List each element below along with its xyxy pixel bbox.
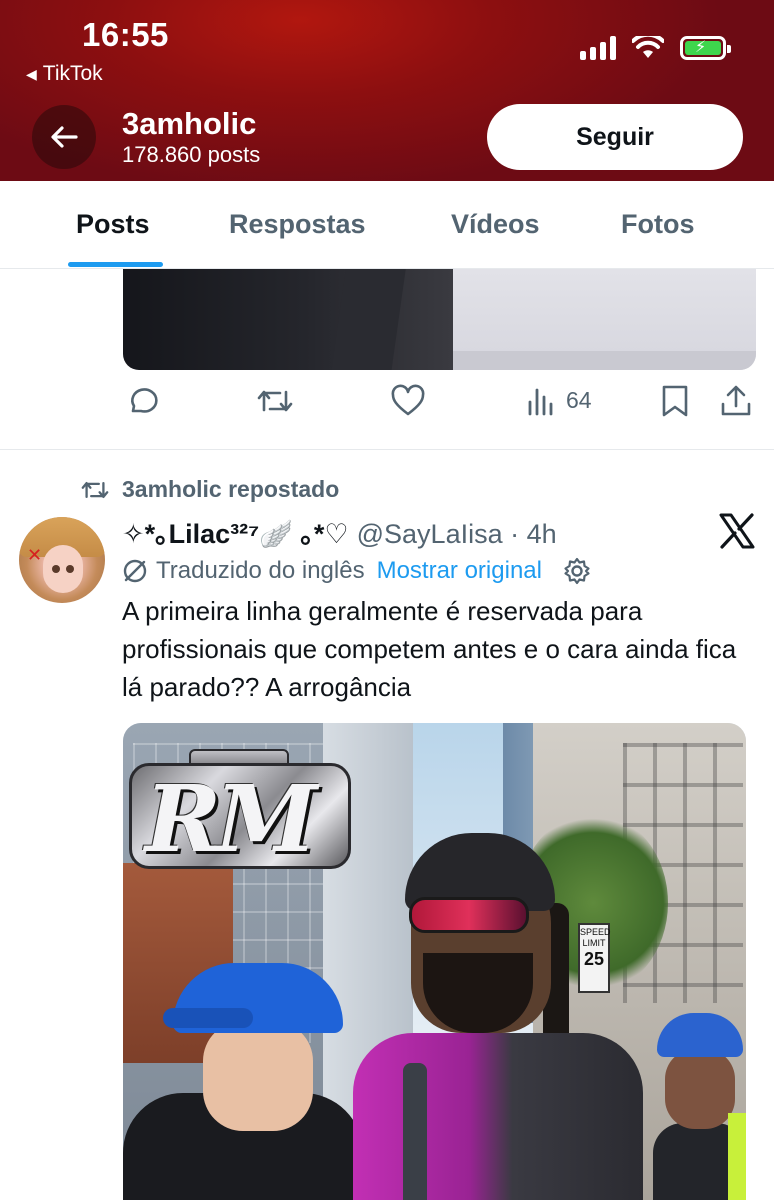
bookmark-icon [662,385,688,417]
share-button[interactable] [720,384,752,418]
views-icon [528,388,553,416]
reply-icon [131,388,158,413]
views-button[interactable]: 64 [526,384,592,416]
translate-icon [123,559,147,583]
post-divider [0,449,774,450]
post-video[interactable]: SPEED LIMIT 25 RM [123,723,746,1200]
person-main [353,833,643,1200]
tab-posts[interactable]: Posts [76,209,150,240]
heart-icon [391,384,425,416]
profile-header: 16:55 ◀ TikTok ⚡ 3amholic 178.860 posts … [0,0,774,181]
post-author-line: ✧*｡Lilac³²⁷🪽 ｡*♡ @SayLaIisa · 4h [122,512,557,551]
tab-photos[interactable]: Fotos [621,209,695,240]
tab-replies[interactable]: Respostas [229,209,366,240]
wifi-icon [632,36,664,58]
translated-label: Traduzido do inglês [156,557,365,584]
post-text: A primeira linha geralmente é reservada … [122,596,737,702]
tab-videos[interactable]: Vídeos [451,209,540,240]
repost-label: 3amholic repostado [122,476,340,502]
bookmark-button[interactable] [660,384,690,418]
share-icon [721,385,751,416]
repost-icon [81,481,109,498]
profile-name: 3amholic [122,106,257,141]
profile-tabs: Posts Respostas Vídeos Fotos [0,181,774,269]
repost-indicator[interactable]: 3amholic repostado [80,476,339,503]
back-app-label: TikTok [42,62,103,85]
avatar[interactable]: ✕ [19,517,105,603]
post-actions: 64 [0,384,774,424]
repost-icon [257,390,293,412]
status-time: 16:55 [82,16,169,53]
translation-line: Traduzido do inglês Mostrar original [122,556,592,586]
back-to-app-link[interactable]: ◀ TikTok [26,62,103,86]
like-button[interactable] [390,384,426,418]
gear-icon[interactable] [562,556,592,586]
views-count: 64 [566,386,592,413]
post-count: 178.860 posts [122,142,261,167]
x-logo-icon [719,513,755,549]
reply-button[interactable] [124,384,158,418]
repost-button[interactable] [256,384,294,418]
show-original-link[interactable]: Mostrar original [377,557,542,585]
rm-watermark-logo: RM [129,749,351,873]
previous-post-media[interactable] [123,269,756,370]
author-display-name[interactable]: ✧*｡Lilac³²⁷🪽 ｡*♡ [122,512,349,551]
person-blue-cap [123,963,363,1200]
follow-button[interactable]: Seguir [487,104,743,170]
author-handle-time[interactable]: @SayLaIisa · 4h [357,519,557,550]
back-triangle-icon: ◀ [26,65,37,82]
arrow-left-icon [51,126,78,148]
battery-charging-icon: ⚡ [680,36,731,60]
status-icons: ⚡ [580,36,731,60]
active-tab-indicator [68,262,163,267]
cellular-signal-icon [580,36,616,60]
back-button[interactable] [32,105,96,169]
